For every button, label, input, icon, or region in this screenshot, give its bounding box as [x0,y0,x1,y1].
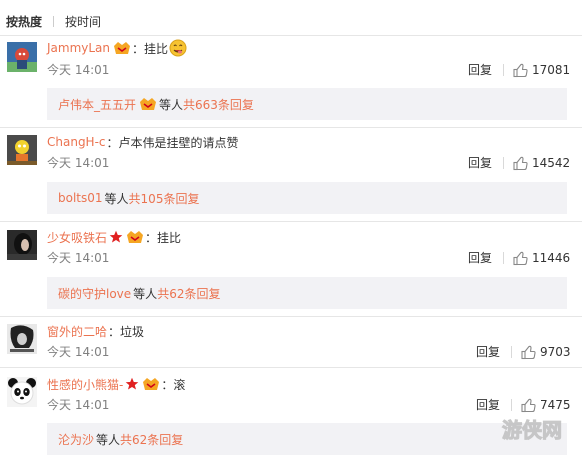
replies-summary[interactable]: 沦为沙 等人 共62条回复 [47,423,567,455]
vip-badge-icon [139,97,157,111]
comment-time: 今天 14:01 [47,345,110,359]
comment-colon: ： [161,377,174,392]
thumbs-up-icon [513,63,528,78]
comment-divider [0,367,582,368]
comment-line: ChangH-c ： 卢本伟是挂壁的请点赞 [47,133,239,151]
replies-mid-text: 等人 [159,97,184,112]
comment-username[interactable]: 窗外的二哈 [47,323,107,340]
comment-username[interactable]: 性感的小熊猫- [47,376,123,393]
comment-time: 今天 14:01 [47,398,110,412]
vip-badge-icon [113,41,131,55]
svg-text:游侠网: 游侠网 [502,418,562,442]
like-separator [511,346,512,358]
comment-text: 卢本伟是挂壁的请点赞 [118,135,239,150]
replies-count-link[interactable]: 共663条回复 [183,96,254,113]
comment-line: 窗外的二哈 ： 垃圾 [47,322,144,340]
like-button[interactable]: 9703 [511,343,571,361]
replies-mid-text: 等人 [96,432,121,447]
like-separator [503,157,504,169]
thumbs-up-icon [513,251,528,266]
comment-time: 今天 14:01 [47,251,110,265]
replies-count-link[interactable]: 共105条回复 [129,190,200,207]
comment-divider [0,221,582,222]
reply-button[interactable]: 回复 [468,155,492,171]
comment-colon: ： [106,135,119,150]
sort-by-hot-tab[interactable]: 按热度 [6,13,42,30]
comment-divider [0,316,582,317]
comment-line: JammyLan ： 挂比 [47,39,187,57]
sort-tabs: 按热度 按时间 [6,12,101,30]
comment-time: 今天 14:01 [47,156,110,170]
replies-summary[interactable]: 卢伟本_五五开 等人 共663条回复 [47,88,567,120]
comment-text: 挂比 [157,230,182,245]
comment-line: 少女吸铁石 ： 挂比 [47,228,181,246]
comment-colon: ： [108,324,121,339]
like-separator [503,252,504,264]
like-button[interactable]: 11446 [503,249,570,267]
reply-button[interactable]: 回复 [468,250,492,266]
comment-username[interactable]: 少女吸铁石 [47,229,107,246]
comment-time: 今天 14:01 [47,63,110,77]
avatar[interactable] [7,377,37,407]
sort-separator [53,15,55,27]
reply-button[interactable]: 回复 [468,62,492,78]
comment-colon: ： [132,41,145,56]
avatar[interactable] [7,230,37,260]
like-count: 14542 [532,156,571,170]
site-watermark-logo: 游侠网 [500,410,572,446]
thumbs-up-icon [513,156,528,171]
reply-button[interactable]: 回复 [476,397,500,413]
yummy-face-emoji-icon [169,39,187,57]
vip-badge-icon [126,230,144,244]
comment-username[interactable]: JammyLan [47,41,110,55]
vip-badge-icon [142,377,160,391]
reply-username[interactable]: 碳的守护love [58,285,131,302]
like-button[interactable]: 14542 [503,154,570,172]
avatar[interactable] [7,135,37,165]
avatar[interactable] [7,42,37,72]
like-button[interactable]: 17081 [503,61,570,79]
comment-username[interactable]: ChangH-c [47,135,106,149]
replies-mid-text: 等人 [104,191,129,206]
reply-username[interactable]: bolts01 [58,191,103,205]
like-count: 11446 [532,251,571,265]
replies-summary[interactable]: bolts01 等人 共105条回复 [47,182,567,214]
comment-text: 垃圾 [120,324,145,339]
like-separator [503,64,504,76]
reply-username[interactable]: 沦为沙 [58,431,94,448]
comment-divider [0,35,582,36]
replies-mid-text: 等人 [133,286,158,301]
comment-text: 滚 [173,377,186,392]
comment-colon: ： [145,230,158,245]
avatar[interactable] [7,324,37,354]
replies-count-link[interactable]: 共62条回复 [120,431,183,448]
sort-by-time-tab[interactable]: 按时间 [65,13,101,30]
replies-count-link[interactable]: 共62条回复 [157,285,220,302]
replies-summary[interactable]: 碳的守护love 等人 共62条回复 [47,277,567,309]
star-icon [125,377,139,391]
thumbs-up-icon [521,345,536,360]
comment-text: 挂比 [144,41,169,56]
reply-username[interactable]: 卢伟本_五五开 [58,96,136,113]
like-count: 9703 [540,345,571,359]
star-icon [109,230,123,244]
like-count: 17081 [532,63,571,77]
comment-line: 性感的小熊猫- ： 滚 [47,375,185,393]
reply-button[interactable]: 回复 [476,344,500,360]
comment-divider [0,127,582,128]
